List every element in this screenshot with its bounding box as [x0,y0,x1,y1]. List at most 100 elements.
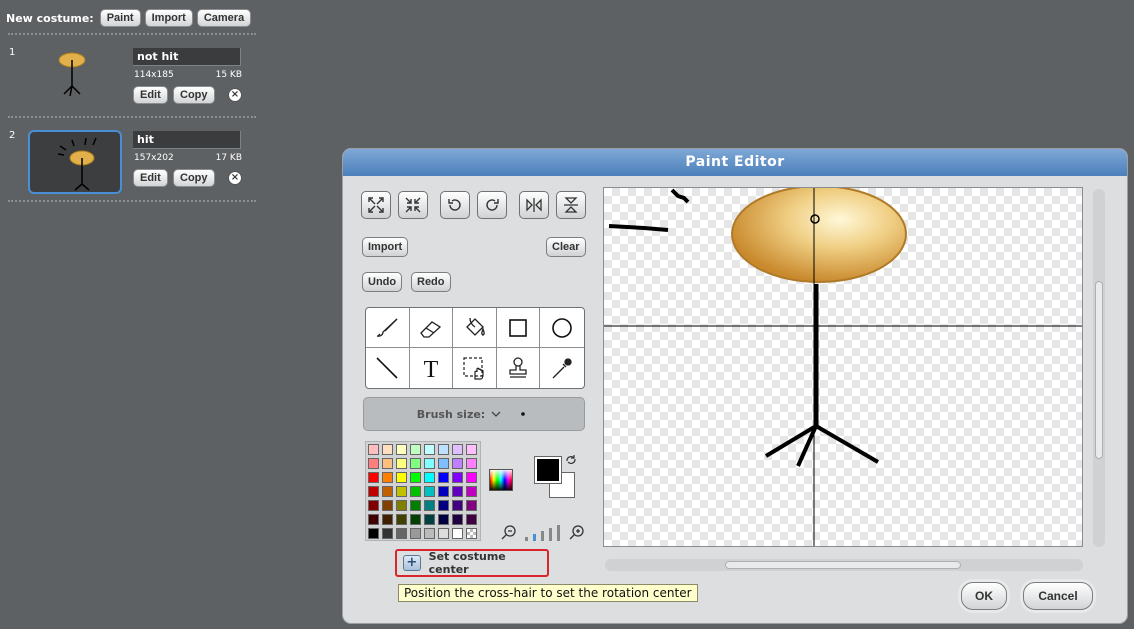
palette-color-swatch[interactable] [452,444,463,455]
palette-color-swatch[interactable] [466,528,477,539]
palette-color-swatch[interactable] [410,444,421,455]
flip-horizontal-icon[interactable] [519,191,549,219]
palette-color-swatch[interactable] [438,514,449,525]
copy-button[interactable]: Copy [173,169,215,187]
palette-color-swatch[interactable] [452,472,463,483]
palette-color-swatch[interactable] [466,486,477,497]
palette-color-swatch[interactable] [368,500,379,511]
palette-color-swatch[interactable] [382,514,393,525]
palette-color-swatch[interactable] [424,500,435,511]
palette-color-swatch[interactable] [396,500,407,511]
palette-color-swatch[interactable] [396,472,407,483]
zoom-level-indicator[interactable] [523,523,561,541]
set-costume-center-button[interactable]: + Set costume center [395,549,549,577]
palette-color-swatch[interactable] [396,458,407,469]
palette-color-swatch[interactable] [368,472,379,483]
costume-thumbnail-not-hit[interactable] [26,44,120,108]
palette-color-swatch[interactable] [410,458,421,469]
delete-costume-icon[interactable]: × [228,171,242,185]
palette-color-swatch[interactable] [410,514,421,525]
palette-color-swatch[interactable] [438,500,449,511]
fill-bucket-icon[interactable] [453,308,497,348]
palette-color-swatch[interactable] [382,472,393,483]
ok-button[interactable]: OK [961,582,1007,610]
palette-color-swatch[interactable] [382,444,393,455]
palette-color-swatch[interactable] [368,528,379,539]
palette-color-swatch[interactable] [466,514,477,525]
palette-color-swatch[interactable] [368,514,379,525]
stamp-icon[interactable] [497,348,541,388]
shrink-icon[interactable] [398,191,428,219]
vertical-scrollbar[interactable] [1093,189,1105,547]
rotate-right-icon[interactable] [477,191,507,219]
redo-button[interactable]: Redo [411,272,451,292]
palette-color-swatch[interactable] [452,486,463,497]
palette-color-swatch[interactable] [368,444,379,455]
drawing-canvas[interactable] [603,187,1083,547]
palette-color-swatch[interactable] [438,528,449,539]
line-icon[interactable] [366,348,410,388]
palette-color-swatch[interactable] [466,444,477,455]
eraser-icon[interactable] [409,308,454,348]
zoom-out-icon[interactable] [501,524,517,540]
costume-name-field[interactable]: hit [133,131,241,149]
swap-colors-icon[interactable] [565,454,577,466]
palette-color-swatch[interactable] [452,528,463,539]
camera-button[interactable]: Camera [196,9,252,27]
palette-color-swatch[interactable] [452,458,463,469]
palette-color-swatch[interactable] [452,500,463,511]
palette-color-swatch[interactable] [410,486,421,497]
palette-color-swatch[interactable] [396,444,407,455]
grow-icon[interactable] [361,191,391,219]
edit-button[interactable]: Edit [133,169,168,187]
palette-color-swatch[interactable] [438,486,449,497]
color-picker-icon[interactable] [489,469,513,491]
palette-color-swatch[interactable] [410,500,421,511]
undo-button[interactable]: Undo [362,272,403,292]
clear-button[interactable]: Clear [546,237,586,257]
palette-color-swatch[interactable] [438,458,449,469]
rectangle-icon[interactable] [496,308,541,348]
palette-color-swatch[interactable] [438,472,449,483]
palette-color-swatch[interactable] [410,528,421,539]
paintbrush-icon[interactable] [366,308,410,348]
palette-color-swatch[interactable] [382,458,393,469]
ellipse-icon[interactable] [540,308,584,348]
import-button[interactable]: Import [144,9,193,27]
palette-color-swatch[interactable] [382,528,393,539]
vertical-scroll-thumb[interactable] [1095,281,1103,459]
palette-color-swatch[interactable] [396,528,407,539]
palette-color-swatch[interactable] [424,528,435,539]
flip-vertical-icon[interactable] [556,191,586,219]
palette-color-swatch[interactable] [382,486,393,497]
palette-color-swatch[interactable] [410,472,421,483]
delete-costume-icon[interactable]: × [228,88,242,102]
palette-color-swatch[interactable] [438,444,449,455]
palette-color-swatch[interactable] [466,472,477,483]
horizontal-scrollbar[interactable] [605,559,1083,571]
palette-color-swatch[interactable] [466,458,477,469]
palette-color-swatch[interactable] [424,514,435,525]
horizontal-scroll-thumb[interactable] [725,561,961,569]
zoom-in-icon[interactable] [569,524,585,540]
palette-color-swatch[interactable] [424,486,435,497]
palette-color-swatch[interactable] [466,500,477,511]
select-icon[interactable] [453,348,497,388]
palette-color-swatch[interactable] [368,458,379,469]
chevron-down-icon[interactable] [491,410,501,418]
palette-color-swatch[interactable] [452,514,463,525]
cancel-button[interactable]: Cancel [1023,582,1093,610]
palette-color-swatch[interactable] [424,444,435,455]
palette-color-swatch[interactable] [424,458,435,469]
palette-color-swatch[interactable] [396,514,407,525]
text-icon[interactable]: T [410,348,454,388]
palette-color-swatch[interactable] [368,486,379,497]
costume-name-field[interactable]: not hit [133,48,241,66]
palette-color-swatch[interactable] [382,500,393,511]
import-image-button[interactable]: Import [362,237,409,257]
eyedropper-icon[interactable] [540,348,584,388]
paint-button[interactable]: Paint [99,9,141,27]
edit-button[interactable]: Edit [133,86,168,104]
copy-button[interactable]: Copy [173,86,215,104]
rotate-left-icon[interactable] [440,191,470,219]
